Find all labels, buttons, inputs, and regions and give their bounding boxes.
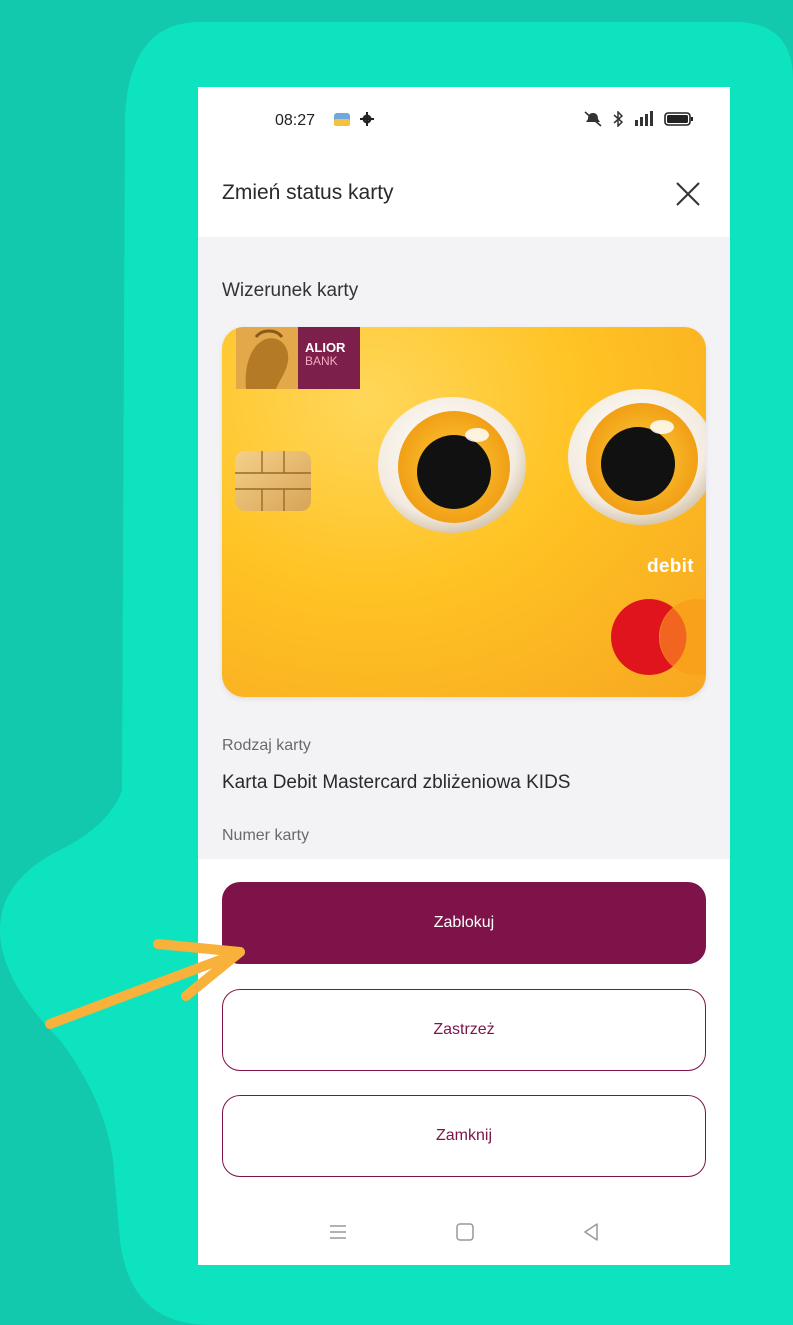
- status-time: 08:27: [275, 112, 316, 129]
- bank-name-primary: ALIOR: [305, 340, 346, 355]
- eye-right: [568, 389, 706, 525]
- bluetooth-icon: [613, 111, 624, 127]
- close-action-button-label: Zamknij: [435, 1127, 492, 1144]
- card-image-label: Wizerunek karty: [222, 280, 359, 301]
- restrict-button-label: Zastrzeż: [433, 1021, 495, 1038]
- restrict-button[interactable]: Zastrzeż: [222, 989, 706, 1071]
- block-button-label: Zablokuj: [433, 914, 495, 931]
- actions-section: Zablokuj Zastrzeż Zamknij: [198, 859, 730, 1199]
- status-icons: [583, 109, 694, 129]
- block-button[interactable]: Zablokuj: [222, 882, 706, 964]
- bank-name: ALIOR BANK: [298, 327, 360, 389]
- bank-logo-icon: [236, 327, 298, 389]
- mute-icon: [584, 111, 602, 127]
- modal-header: Zmień status karty: [198, 152, 730, 237]
- close-button[interactable]: [670, 176, 706, 212]
- menu-icon[interactable]: [327, 1221, 349, 1243]
- page-title: Zmień status karty: [222, 181, 394, 204]
- bank-name-secondary: BANK: [305, 354, 338, 368]
- signal-icon: [635, 111, 653, 126]
- card-type-label: Rodzaj karty: [222, 737, 311, 754]
- gear-icon: [360, 112, 374, 126]
- card-details-section: Wizerunek karty ALIOR BANK debit Rodzaj …: [198, 237, 730, 859]
- chip-icon: [235, 451, 311, 511]
- app-notification-icon: [334, 113, 350, 126]
- annotation-arrow-icon: [45, 939, 245, 1029]
- home-icon[interactable]: [454, 1221, 476, 1243]
- card-debit-label: debit: [647, 556, 694, 577]
- card-number-label: Numer karty: [222, 827, 310, 844]
- status-bar: 08:27: [198, 87, 730, 152]
- card-type-value: Karta Debit Mastercard zbliżeniowa KIDS: [222, 772, 571, 793]
- mastercard-logo: [611, 599, 706, 675]
- eye-left: [378, 397, 526, 533]
- close-action-button[interactable]: Zamknij: [222, 1095, 706, 1177]
- phone-screen: 08:27 Zmień status karty Wizerunek karty…: [198, 87, 730, 1265]
- back-icon[interactable]: [580, 1221, 602, 1243]
- close-icon: [676, 182, 700, 206]
- system-nav-bar: [198, 1199, 730, 1265]
- battery-icon: [664, 112, 693, 126]
- card-image: ALIOR BANK debit: [222, 327, 706, 697]
